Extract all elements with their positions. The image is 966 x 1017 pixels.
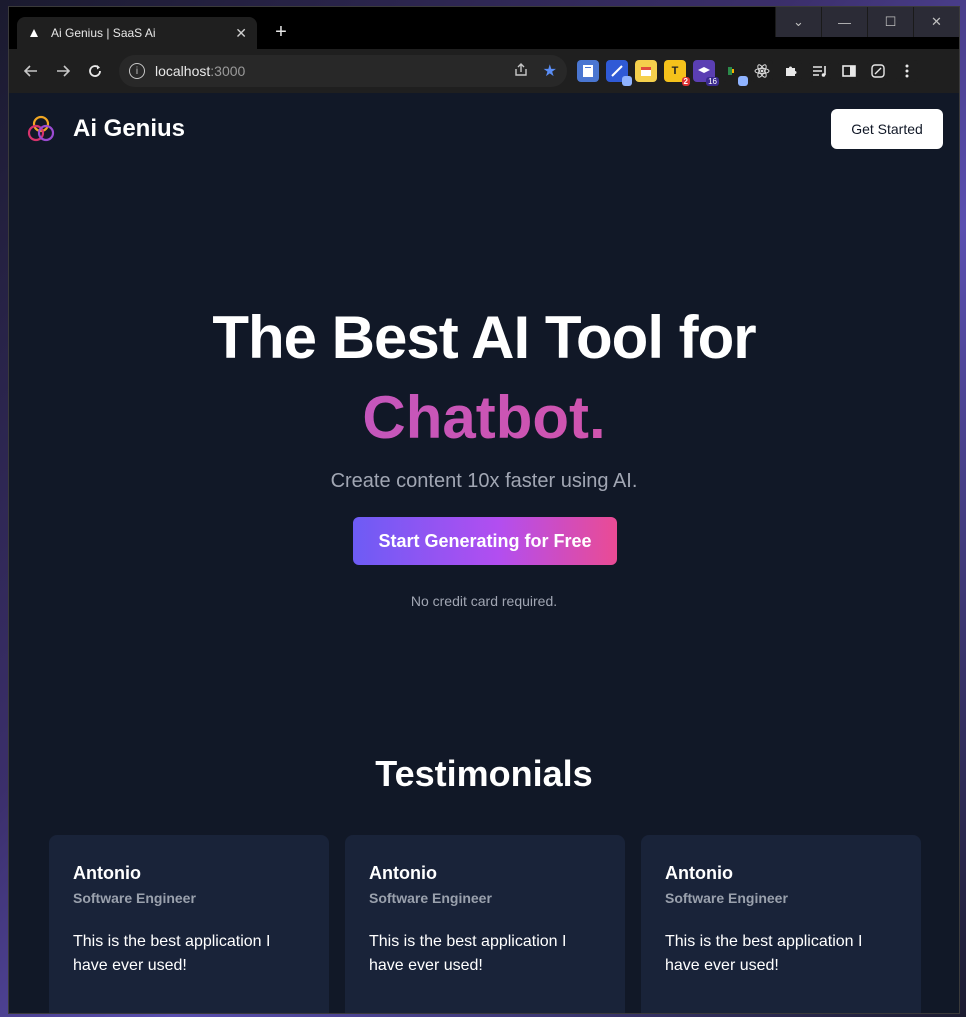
page-content: Ai Genius Get Started The Best AI Tool f… <box>9 93 959 1013</box>
close-window-icon[interactable]: ✕ <box>913 7 959 37</box>
brand-name: Ai Genius <box>73 115 186 142</box>
testimonial-quote: This is the best application I have ever… <box>73 933 271 974</box>
meet-ext-icon[interactable] <box>722 60 748 86</box>
testimonial-name: Antonio <box>369 863 437 883</box>
testimonials-title: Testimonials <box>375 753 593 794</box>
puzzle-ext-icon[interactable] <box>780 60 802 82</box>
bookmark-star-icon[interactable]: ★ <box>543 61 557 81</box>
minimize-icon[interactable]: — <box>821 7 867 37</box>
tab-close-icon[interactable]: ✕ <box>235 25 247 42</box>
logo-icon <box>25 113 57 145</box>
triangle-favicon-icon <box>27 26 41 40</box>
reload-icon[interactable] <box>81 57 109 85</box>
maximize-icon[interactable]: ☐ <box>867 7 913 37</box>
site-info-icon[interactable]: i <box>129 63 145 79</box>
testimonial-card: Antonio Software Engineer This is the be… <box>641 835 921 1013</box>
testimonial-role: Software Engineer <box>73 890 196 906</box>
url-host: localhost <box>155 63 211 79</box>
brand[interactable]: Ai Genius <box>25 113 185 145</box>
testimonial-role: Software Engineer <box>665 890 788 906</box>
testimonial-name: Antonio <box>73 863 141 883</box>
browser-toolbar: i localhost :3000 ★ T 2 16 <box>9 49 959 93</box>
testimonial-quote: This is the best application I have ever… <box>369 933 567 974</box>
document-ext-icon[interactable] <box>577 60 599 82</box>
hero-subtitle: Create content 10x faster using AI. <box>330 470 638 492</box>
calendar-ext-icon[interactable] <box>635 60 657 82</box>
hero-title-line1: The Best AI Tool for <box>212 304 756 371</box>
window-controls: ⌄ — ☐ ✕ <box>775 7 959 37</box>
forward-icon[interactable] <box>49 57 77 85</box>
sidepanel-ext-icon[interactable] <box>838 60 860 82</box>
address-bar[interactable]: i localhost :3000 ★ <box>119 55 567 87</box>
testimonial-name: Antonio <box>665 863 733 883</box>
testimonial-quote: This is the best application I have ever… <box>665 933 863 974</box>
no-credit-card-note: No credit card required. <box>410 593 558 609</box>
extensions-bar: T 2 16 <box>577 60 918 86</box>
testimonial-card: Antonio Software Engineer This is the be… <box>345 835 625 1013</box>
testimonial-card: Antonio Software Engineer This is the be… <box>49 835 329 1013</box>
tab-search-icon[interactable]: ⌄ <box>775 7 821 37</box>
start-generating-button[interactable]: Start Generating for Free <box>353 517 617 565</box>
edit-ext-icon[interactable] <box>867 60 889 82</box>
title-bar: Ai Genius | SaaS Ai ✕ + ⌄ — ☐ ✕ <box>9 7 959 49</box>
tab-title: Ai Genius | SaaS Ai <box>51 26 156 40</box>
react-ext-icon[interactable] <box>751 60 773 82</box>
back-icon[interactable] <box>17 57 45 85</box>
share-icon[interactable] <box>513 62 529 81</box>
hero-title-line2: Chatbot. <box>9 383 959 452</box>
t-ext-icon[interactable]: T 2 <box>664 60 690 86</box>
compass-ext-icon[interactable] <box>606 60 632 86</box>
browser-window: Ai Genius | SaaS Ai ✕ + ⌄ — ☐ ✕ i localh… <box>8 6 960 1014</box>
menu-ext-icon[interactable] <box>896 60 918 82</box>
testimonial-role: Software Engineer <box>369 890 492 906</box>
url-port: :3000 <box>210 63 246 79</box>
playlist-ext-icon[interactable] <box>809 60 831 82</box>
new-tab-button[interactable]: + <box>269 21 293 45</box>
get-started-button[interactable]: Get Started <box>831 109 943 149</box>
graduation-ext-icon[interactable]: 16 <box>693 60 719 86</box>
browser-tab[interactable]: Ai Genius | SaaS Ai ✕ <box>17 17 257 49</box>
